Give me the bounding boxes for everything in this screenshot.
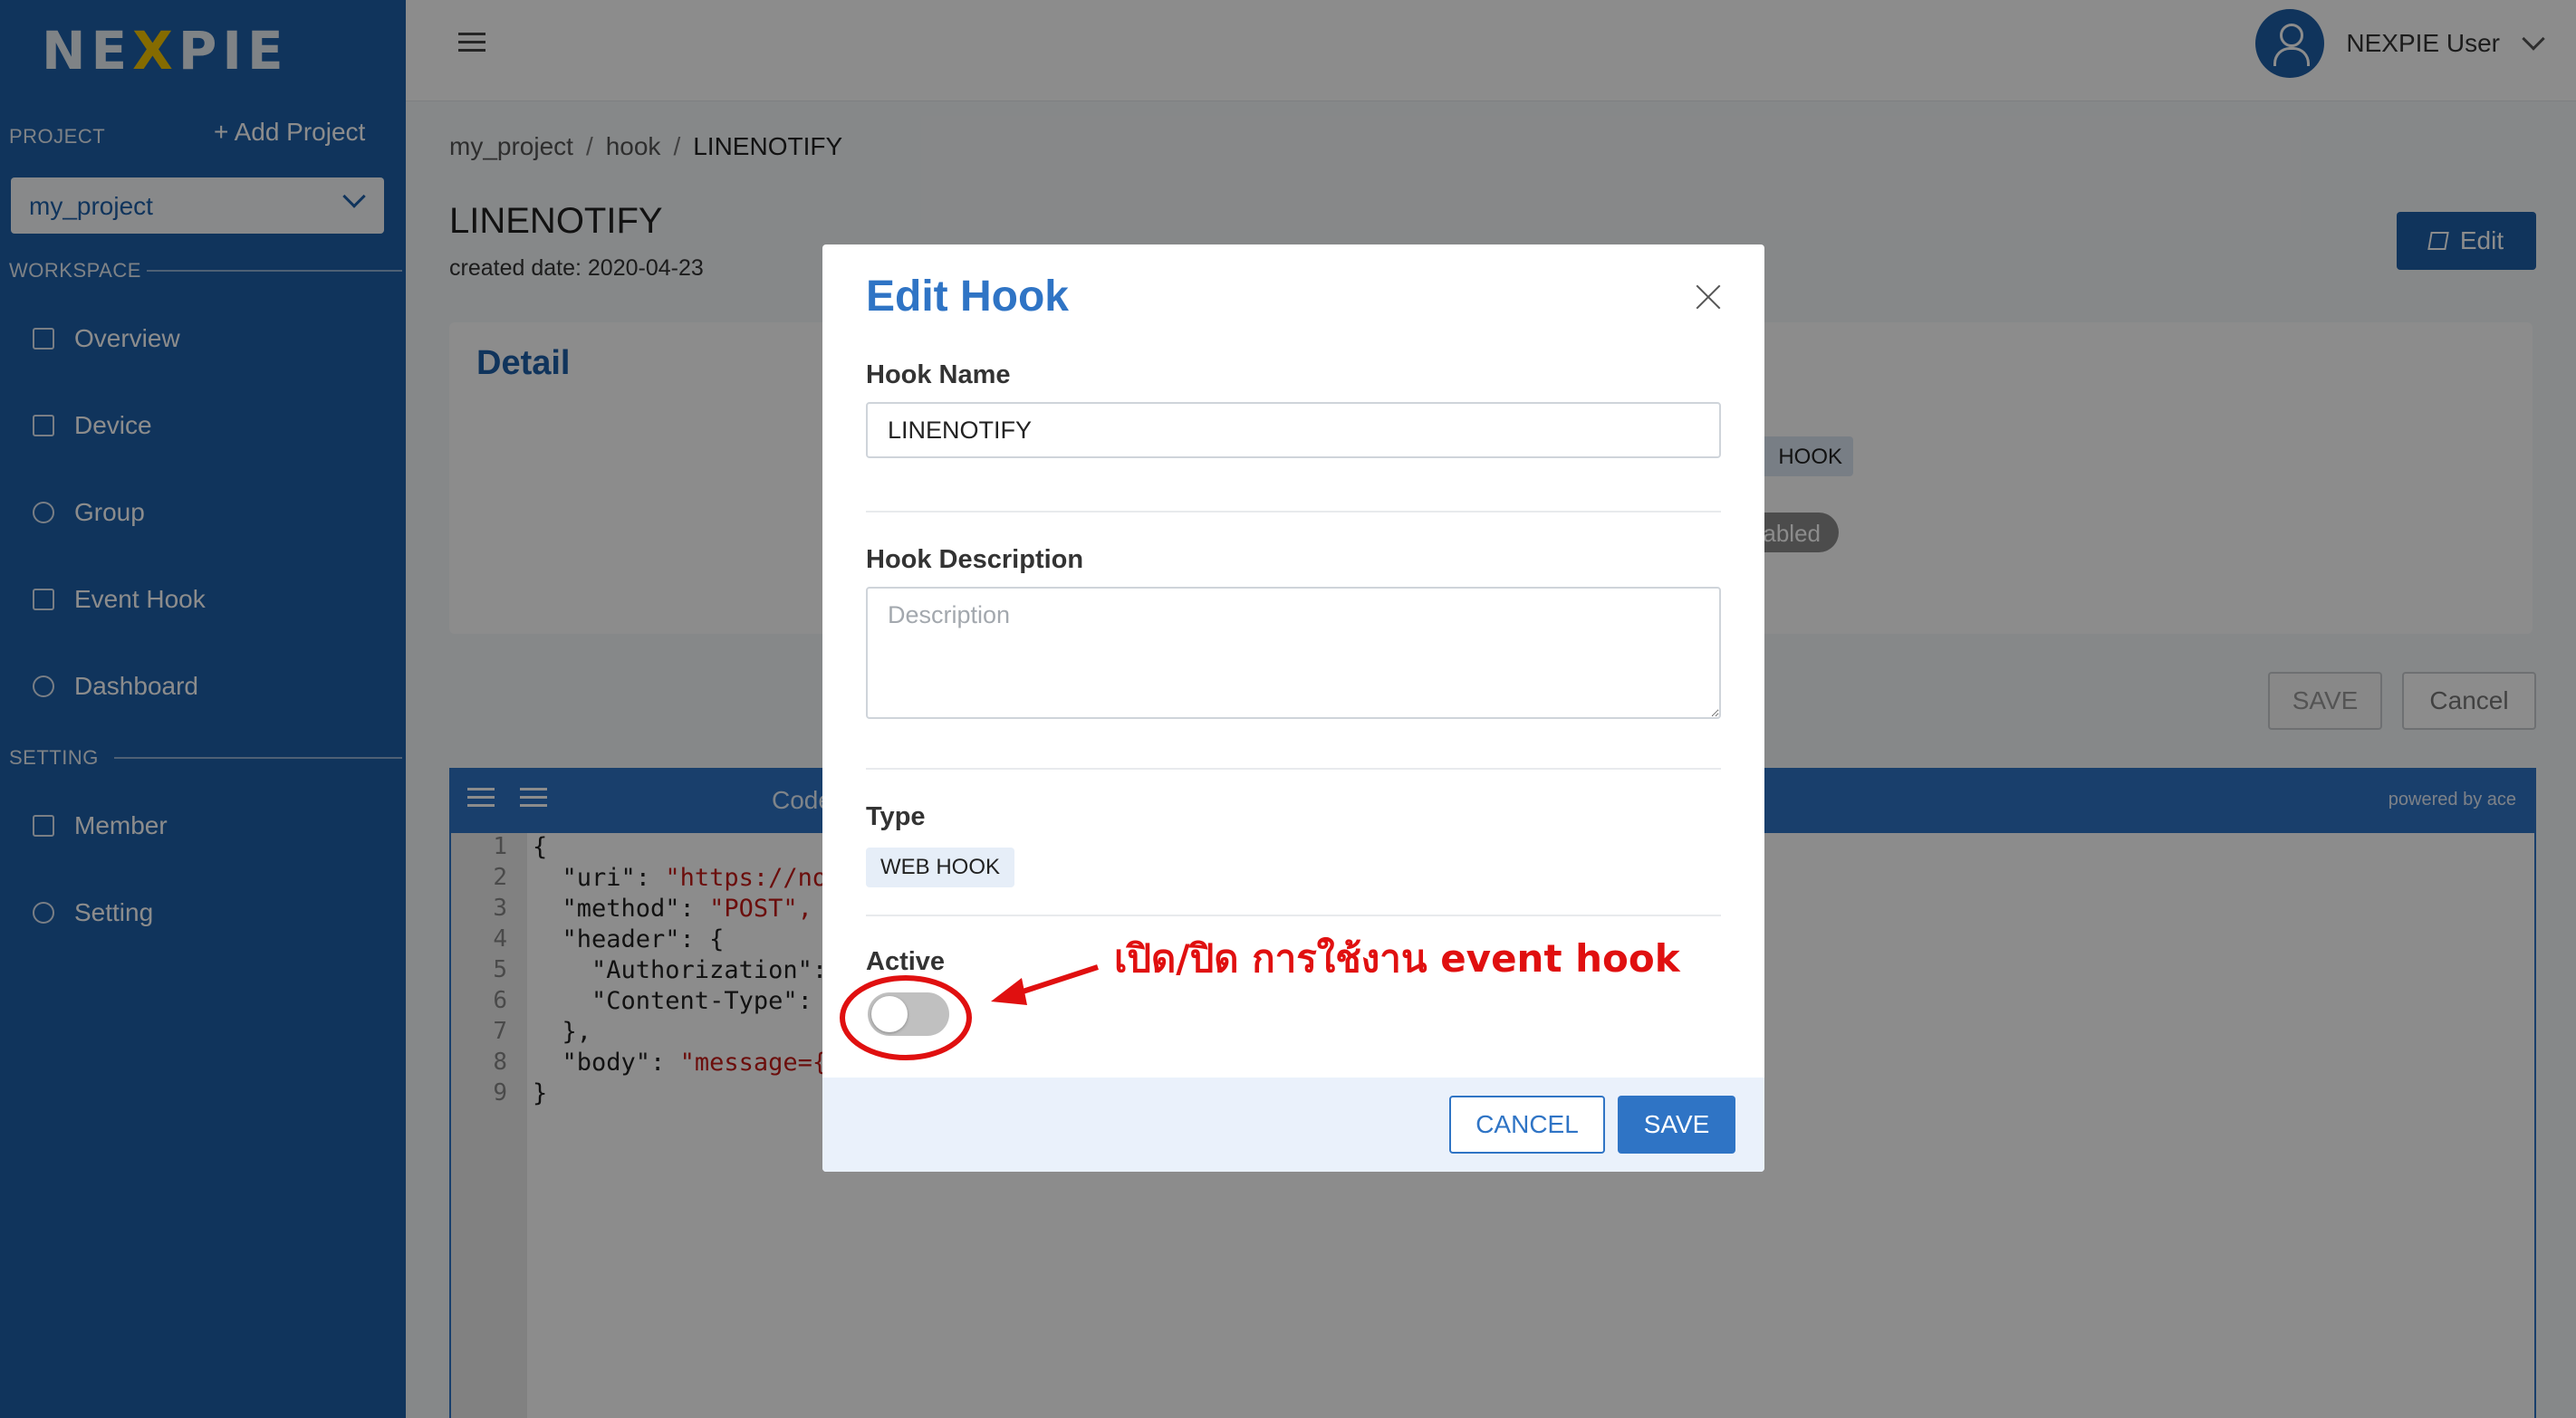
annotation-arrowhead	[991, 978, 1027, 1005]
annotation-overlay	[840, 964, 1099, 1060]
annotation-text: เปิด/ปิด การใช้งาน event hook	[1114, 936, 1680, 981]
annotation-arrow	[1014, 964, 1099, 997]
annotation-circle	[840, 975, 972, 1060]
